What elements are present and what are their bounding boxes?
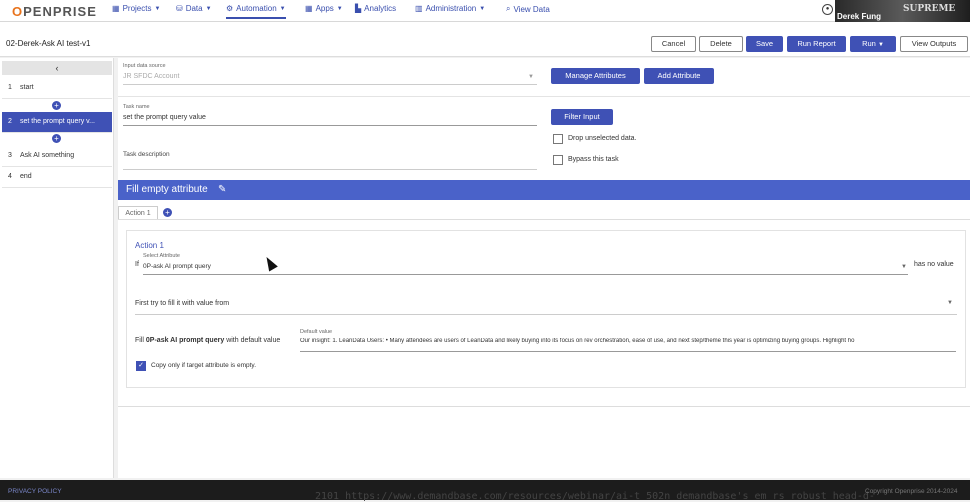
bypass-task-checkbox[interactable] bbox=[553, 155, 563, 165]
drop-unselected-label: Drop unselected data. bbox=[568, 135, 637, 142]
chevron-left-icon: ‹ bbox=[55, 63, 59, 73]
copy-only-label: Copy only if target attribute is empty. bbox=[151, 362, 257, 369]
filter-input-button[interactable]: Filter Input bbox=[551, 109, 613, 125]
task-description-field[interactable] bbox=[123, 169, 537, 170]
section-title: Fill empty attribute bbox=[126, 184, 208, 195]
chevron-down-icon: ▼ bbox=[279, 5, 286, 12]
top-nav: OPENPRISE ▦ Projects ▼ ⛁ Data ▼ ⚙ Automation ▼… bbox=[0, 0, 970, 22]
bypass-task-label: Bypass this task bbox=[568, 156, 619, 163]
fill-sentence: Fill 0P-ask AI prompt query with default… bbox=[135, 337, 281, 344]
nav-automation[interactable]: ⚙ Automation ▼ bbox=[226, 4, 286, 19]
run-button[interactable]: Run ▼ bbox=[850, 36, 896, 52]
grid-icon: ▦ bbox=[305, 4, 313, 13]
has-no-value-label: has no value bbox=[914, 261, 954, 268]
action-card: Action 1 If Select Attribute 0P-ask AI p… bbox=[126, 230, 966, 388]
database-icon: ⛁ bbox=[176, 4, 183, 13]
task-name-label: Task name bbox=[123, 104, 150, 110]
chevron-down-icon: ▼ bbox=[901, 264, 907, 270]
delete-button[interactable]: Delete bbox=[699, 36, 743, 52]
chart-icon: ▙ bbox=[355, 4, 362, 13]
edit-icon[interactable]: ✎ bbox=[218, 180, 226, 200]
divider bbox=[118, 96, 970, 97]
chevron-down-icon: ▼ bbox=[336, 5, 343, 12]
input-source-select[interactable]: JR SFDC Account bbox=[123, 73, 179, 80]
input-source-label: Input data source bbox=[123, 63, 166, 69]
copyright-text: Copyright Openprise 2014-2024 bbox=[865, 488, 958, 495]
task-name-underline bbox=[123, 125, 537, 126]
section-header: Fill empty attribute ✎ bbox=[118, 180, 970, 200]
task-sidebar: ‹ 1 start + 2 set the prompt query v... + … bbox=[0, 58, 114, 478]
chevron-down-icon: ▼ bbox=[205, 5, 212, 12]
user-icon[interactable]: ● bbox=[822, 4, 833, 15]
webcam-shirt-text: SUPREME bbox=[903, 4, 956, 14]
nav-analytics[interactable]: ▙ Analytics bbox=[355, 4, 396, 13]
nav-view-data[interactable]: ⌕ View Data bbox=[506, 4, 550, 14]
nav-apps[interactable]: ▦ Apps ▼ bbox=[305, 4, 343, 13]
step-ask-ai[interactable]: 3 Ask AI something bbox=[2, 146, 112, 167]
task-name-input[interactable]: set the prompt query value bbox=[123, 114, 206, 121]
select-attribute-underline bbox=[143, 274, 908, 275]
nav-data[interactable]: ⛁ Data ▼ bbox=[176, 4, 212, 13]
default-value-input[interactable]: Our insight: 1. LeanData Users: • Many a… bbox=[300, 338, 956, 344]
grid-icon: ▦ bbox=[112, 4, 120, 13]
nav-administration[interactable]: ▥ Administration ▼ bbox=[415, 4, 485, 13]
chevron-down-icon: ▼ bbox=[528, 74, 534, 80]
run-report-button[interactable]: Run Report bbox=[787, 36, 846, 52]
tab-action-1[interactable]: Action 1 bbox=[118, 206, 158, 220]
webcam-overlay: SUPREME Derek Fung bbox=[835, 0, 970, 24]
default-value-label: Default value bbox=[300, 329, 333, 335]
chevron-down-icon: ▼ bbox=[947, 300, 953, 306]
add-step-icon[interactable]: + bbox=[52, 134, 61, 143]
page-header: 02-Derek-Ask AI test-v1 Cancel Delete Sa… bbox=[0, 22, 970, 57]
bottom-divider bbox=[118, 406, 970, 407]
view-outputs-button[interactable]: View Outputs bbox=[900, 36, 968, 52]
save-button[interactable]: Save bbox=[746, 36, 783, 52]
first-try-underline bbox=[135, 314, 957, 315]
copy-only-checkbox[interactable]: ✓ bbox=[136, 361, 146, 371]
chevron-down-icon: ▼ bbox=[479, 5, 486, 12]
add-action-icon[interactable]: + bbox=[163, 208, 172, 217]
cancel-button[interactable]: Cancel bbox=[651, 36, 696, 52]
action-title: Action 1 bbox=[135, 241, 164, 250]
select-attribute-label: Select Attribute bbox=[143, 253, 180, 259]
page-title: 02-Derek-Ask AI test-v1 bbox=[6, 39, 91, 48]
background-overlay-text: 2101 https://www.demandbase.com/resource… bbox=[315, 491, 875, 502]
collapse-sidebar-button[interactable]: ‹ bbox=[2, 61, 112, 75]
gear-icon: ⚙ bbox=[226, 4, 234, 13]
first-try-select[interactable]: First try to fill it with value from bbox=[135, 300, 229, 307]
input-source-underline bbox=[123, 84, 537, 85]
select-attribute-dropdown[interactable]: 0P-ask AI prompt query bbox=[143, 263, 211, 270]
building-icon: ▥ bbox=[415, 4, 423, 13]
if-label: If bbox=[135, 261, 139, 268]
manage-attributes-button[interactable]: Manage Attributes bbox=[551, 68, 640, 84]
footer: PRIVACY POLICY 2101 https://www.demandba… bbox=[0, 480, 970, 502]
drop-unselected-checkbox[interactable] bbox=[553, 134, 563, 144]
step-start[interactable]: 1 start bbox=[2, 78, 112, 99]
task-editor: Input data source JR SFDC Account ▼ Mana… bbox=[118, 58, 970, 478]
step-set-prompt-query[interactable]: 2 set the prompt query v... bbox=[2, 112, 112, 133]
tab-divider bbox=[118, 219, 970, 220]
nav-projects[interactable]: ▦ Projects ▼ bbox=[112, 4, 160, 13]
search-icon: ⌕ bbox=[506, 4, 511, 13]
task-description-label: Task description bbox=[123, 151, 170, 158]
default-value-underline bbox=[300, 351, 956, 352]
step-end[interactable]: 4 end bbox=[2, 167, 112, 188]
openprise-logo[interactable]: OPENPRISE bbox=[12, 4, 97, 19]
add-step-icon[interactable]: + bbox=[52, 101, 61, 110]
privacy-policy-link[interactable]: PRIVACY POLICY bbox=[8, 488, 62, 495]
chevron-down-icon: ▼ bbox=[877, 42, 884, 48]
webcam-user-name: Derek Fung bbox=[837, 12, 882, 21]
chevron-down-icon: ▼ bbox=[154, 5, 161, 12]
add-attribute-button[interactable]: Add Attribute bbox=[644, 68, 714, 84]
